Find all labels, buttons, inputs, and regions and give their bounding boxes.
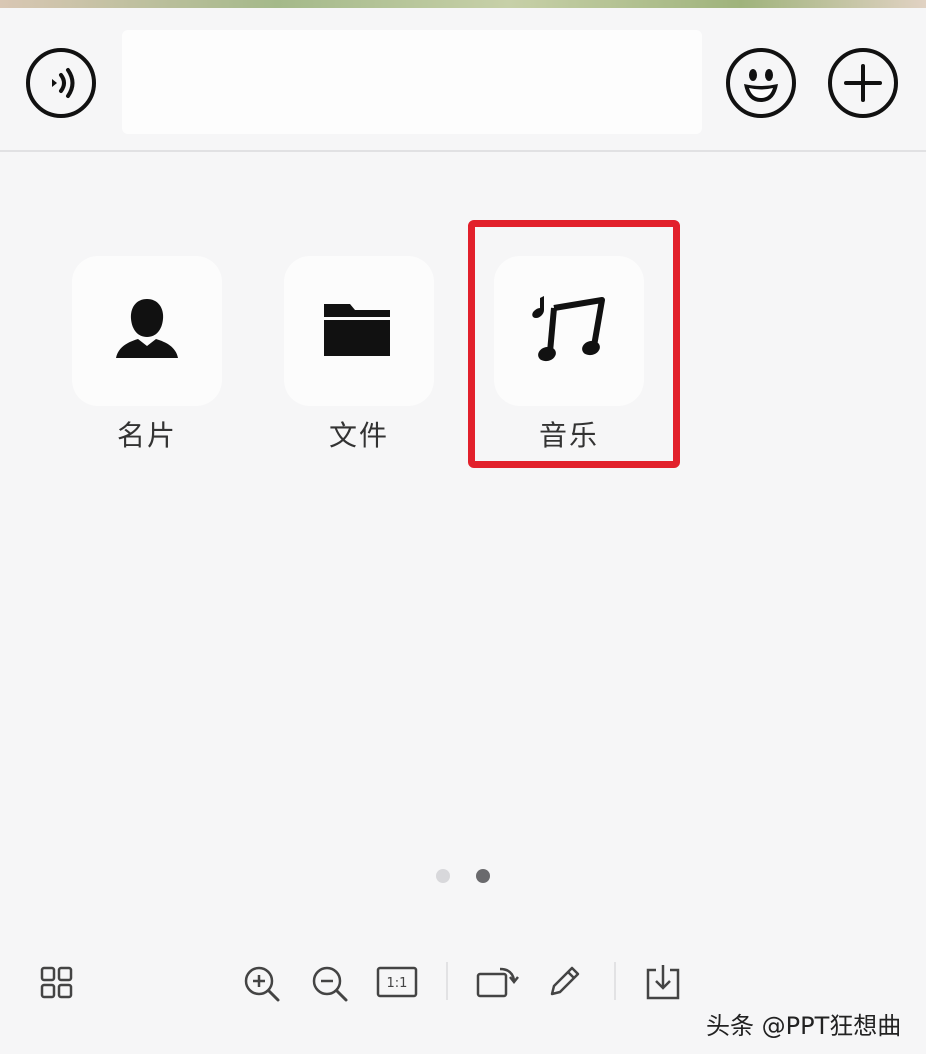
zoom-out-icon bbox=[312, 966, 348, 1002]
edit-button[interactable] bbox=[546, 962, 582, 1000]
actual-size-label: 1:1 bbox=[387, 976, 408, 991]
actual-size-button[interactable]: 1:1 bbox=[376, 966, 418, 998]
plus-icon bbox=[844, 64, 882, 102]
chat-panel: 名片 文件 音乐 1:1 头条 @PPT狂想曲 bbox=[0, 0, 926, 1054]
zoom-in-button[interactable] bbox=[242, 964, 282, 1004]
pager-dot-1[interactable] bbox=[436, 869, 450, 883]
input-bar bbox=[0, 8, 926, 152]
zoom-in-icon bbox=[244, 966, 280, 1002]
action-label: 名片 bbox=[116, 419, 177, 452]
highlight-box bbox=[468, 220, 680, 468]
toolbar-separator bbox=[446, 962, 448, 1000]
zoom-out-button[interactable] bbox=[310, 964, 350, 1004]
contact-card-tile[interactable] bbox=[72, 256, 222, 406]
contact-card-icon bbox=[116, 299, 178, 358]
message-input[interactable] bbox=[122, 30, 702, 134]
emoji-button[interactable] bbox=[726, 48, 796, 118]
action-label: 文件 bbox=[328, 419, 389, 452]
pager-dot-2-active[interactable] bbox=[476, 869, 490, 883]
download-icon bbox=[646, 965, 680, 1000]
voice-icon bbox=[52, 68, 75, 98]
actual-size-icon: 1:1 bbox=[376, 966, 418, 998]
grid-button[interactable] bbox=[40, 966, 74, 1000]
voice-button[interactable] bbox=[26, 48, 96, 118]
action-file[interactable]: 文件 bbox=[284, 256, 434, 466]
more-button[interactable] bbox=[828, 48, 898, 118]
download-button[interactable] bbox=[644, 962, 682, 1002]
toolbar-separator bbox=[614, 962, 616, 1000]
action-contact-card[interactable]: 名片 bbox=[72, 256, 222, 466]
watermark: 头条 @PPT狂想曲 bbox=[706, 1012, 902, 1040]
photo-strip bbox=[0, 0, 926, 8]
file-tile[interactable] bbox=[284, 256, 434, 406]
folder-icon bbox=[324, 304, 390, 356]
grid-icon bbox=[40, 966, 73, 999]
rotate-button[interactable] bbox=[476, 964, 520, 1000]
emoji-icon bbox=[744, 69, 778, 102]
rotate-icon bbox=[476, 967, 519, 998]
edit-pencil-icon bbox=[550, 966, 580, 996]
